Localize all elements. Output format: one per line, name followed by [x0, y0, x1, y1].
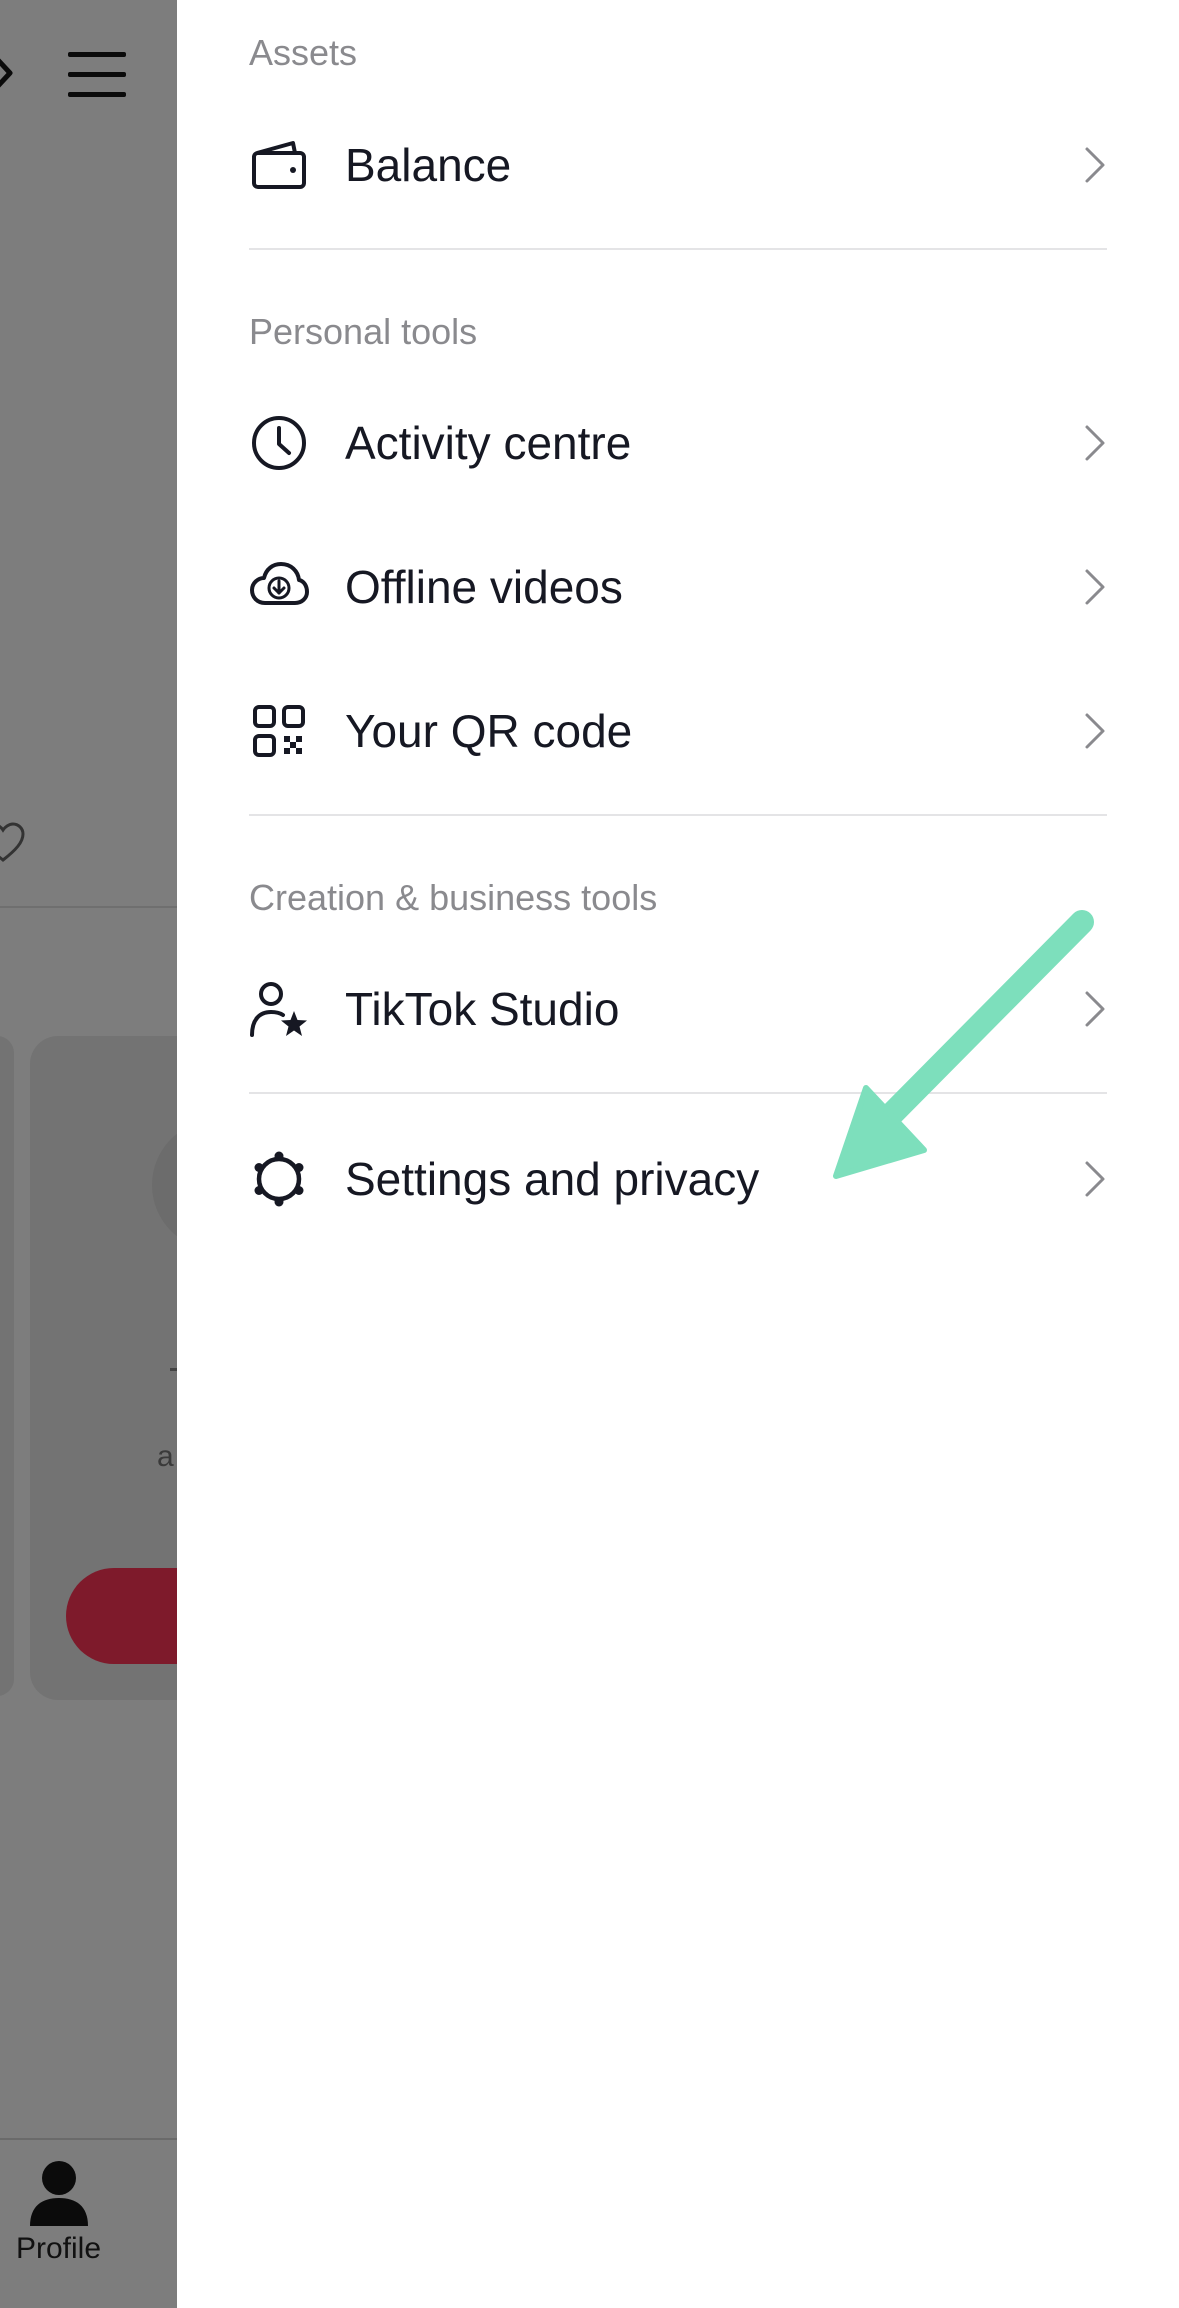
side-drawer: Assets Balance Personal tools Activity c…: [177, 0, 1179, 2308]
tab-profile[interactable]: Profile: [0, 2150, 117, 2290]
menu-item-label: Offline videos: [345, 561, 623, 613]
chevron-right-icon: [1085, 425, 1105, 461]
tab-profile-label: Profile: [15, 2232, 102, 2265]
chevron-right-icon: [1085, 569, 1105, 605]
chevron-right-icon: [1085, 991, 1105, 1027]
background-card: [0, 1036, 14, 1696]
background-action-button[interactable]: [66, 1568, 177, 1664]
chevron-right-icon: [1085, 713, 1105, 749]
menu-item-activity-centre[interactable]: Activity centre: [249, 388, 1107, 498]
dimmed-profile-page[interactable]: a Profile: [0, 0, 177, 2308]
section-divider: [249, 814, 1107, 816]
menu-item-label: Balance: [345, 139, 512, 191]
gear-icon: [249, 1149, 309, 1209]
background-divider: [0, 906, 177, 908]
chevron-right-icon: [1085, 147, 1105, 183]
wallet-icon: [249, 135, 309, 195]
menu-item-offline-videos[interactable]: Offline videos: [249, 532, 1107, 642]
menu-item-label: TikTok Studio: [345, 983, 620, 1035]
hamburger-menu-icon[interactable]: [68, 52, 128, 98]
tabbar-border: [0, 2138, 177, 2140]
person-star-icon: [249, 979, 309, 1039]
section-divider: [249, 1092, 1107, 1094]
menu-item-balance[interactable]: Balance: [249, 110, 1107, 220]
menu-item-your-qr-code[interactable]: Your QR code: [249, 676, 1107, 786]
qr-code-icon: [249, 701, 309, 761]
background-text-fragment: [170, 1368, 177, 1371]
section-title-personal-tools: Personal tools: [249, 311, 478, 352]
menu-item-label: Settings and privacy: [345, 1153, 760, 1205]
cloud-download-icon: [249, 557, 309, 617]
clock-icon: [249, 413, 309, 473]
section-divider: [249, 248, 1107, 250]
forward-arrow-icon: [0, 58, 13, 88]
chevron-right-icon: [1085, 1161, 1105, 1197]
heart-icon: [0, 822, 25, 862]
screen: a Profile Assets Balance Personal tools …: [0, 0, 1179, 2308]
background-text-fragment: a: [157, 1440, 174, 1473]
section-title-assets: Assets: [249, 32, 358, 73]
menu-item-label: Activity centre: [345, 417, 632, 469]
section-title-creation-business-tools: Creation & business tools: [249, 877, 658, 918]
menu-item-settings-and-privacy[interactable]: Settings and privacy: [249, 1124, 1107, 1234]
menu-item-tiktok-studio[interactable]: TikTok Studio: [249, 954, 1107, 1064]
menu-item-label: Your QR code: [345, 705, 633, 757]
profile-icon: [29, 2161, 88, 2226]
